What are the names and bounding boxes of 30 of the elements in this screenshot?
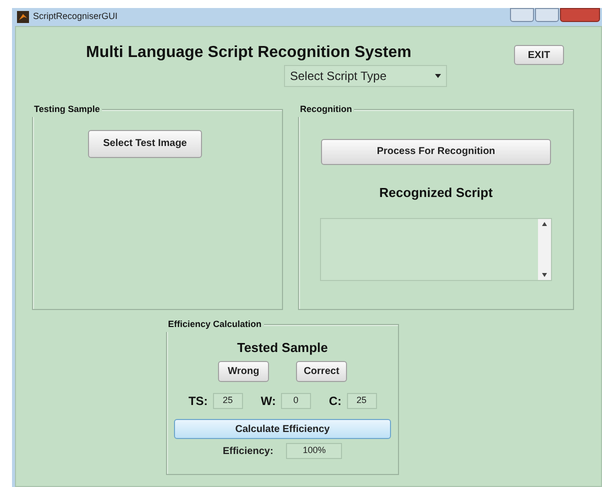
window-title: ScriptRecogniserGUI <box>33 10 118 24</box>
tested-sample-button[interactable]: Correct <box>296 361 347 382</box>
efficiency-field: 100% <box>286 443 342 459</box>
count-label: C: <box>328 393 342 410</box>
panel-title: Efficiency Calculation <box>166 318 264 332</box>
panel-title: Recognition <box>298 103 354 116</box>
count-label: W: <box>260 393 276 410</box>
app-title: Multi Language Script Recognition System <box>86 43 412 63</box>
count-field[interactable]: 25 <box>346 393 377 409</box>
scroll-down-icon[interactable] <box>542 273 547 277</box>
tested-sample-label: Tested Sample <box>237 338 328 357</box>
count-field[interactable]: 25 <box>212 393 243 409</box>
calculate-efficiency-button[interactable]: Calculate Efficiency <box>174 419 391 439</box>
scroll-up-icon[interactable] <box>542 222 547 226</box>
count-label: TS: <box>188 393 208 410</box>
close-button[interactable] <box>560 8 600 22</box>
select-test-image-button[interactable]: Select Test Image <box>88 130 202 158</box>
scrollbar[interactable] <box>538 219 551 280</box>
recognized-script-label: Recognized Script <box>379 184 493 202</box>
minimize-button[interactable] <box>510 8 534 22</box>
panel-title: Testing Sample <box>32 103 102 116</box>
count-field[interactable]: 0 <box>280 393 311 409</box>
efficiency-label: Efficiency: <box>222 444 274 458</box>
dropdown-arrow-icon <box>435 74 441 78</box>
tested-sample-button[interactable]: Wrong <box>218 361 269 382</box>
script-type-dropdown[interactable]: Select Script Type <box>284 65 447 87</box>
maximize-button[interactable] <box>535 8 559 22</box>
exit-button[interactable]: EXIT <box>514 45 564 65</box>
app-icon <box>17 11 29 23</box>
process-button[interactable]: Process For Recognition <box>321 138 551 164</box>
